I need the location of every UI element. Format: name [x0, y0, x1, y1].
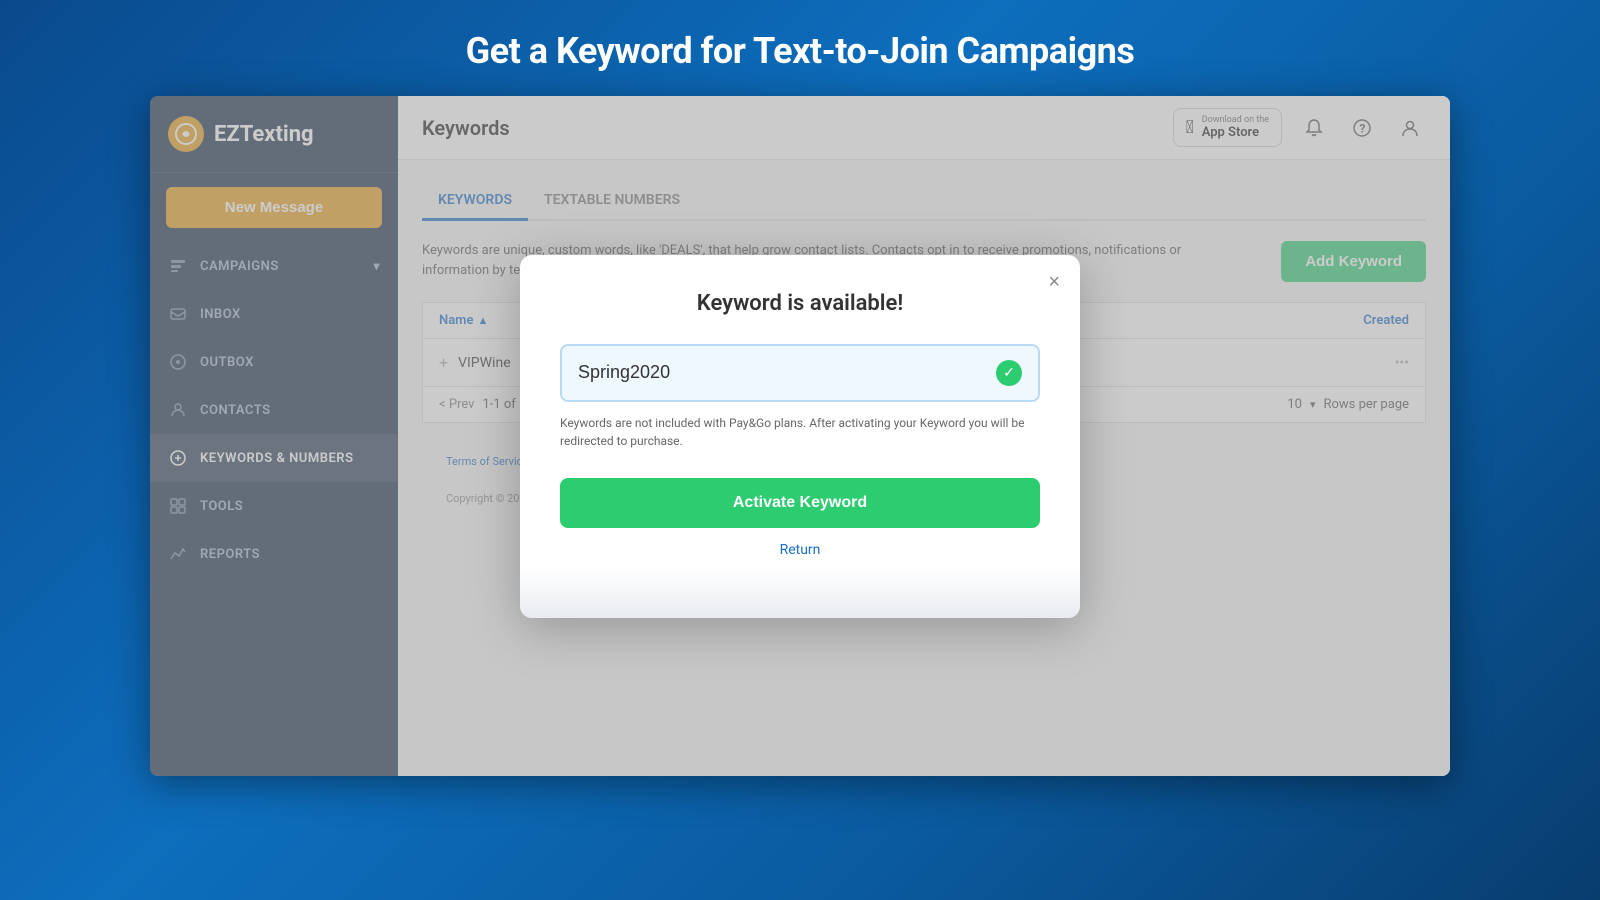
- check-icon: ✓: [996, 360, 1022, 386]
- return-link[interactable]: Return: [560, 542, 1040, 558]
- modal-title: Keyword is available!: [560, 291, 1040, 316]
- modal-bottom-fade: [520, 568, 1080, 618]
- page-heading: Get a Keyword for Text-to-Join Campaigns: [466, 0, 1135, 96]
- modal-dialog: × Keyword is available! ✓ Keywords are n…: [520, 255, 1080, 618]
- activate-keyword-button[interactable]: Activate Keyword: [560, 478, 1040, 528]
- modal-note: Keywords are not included with Pay&Go pl…: [560, 414, 1040, 450]
- modal-close-button[interactable]: ×: [1048, 271, 1060, 294]
- keyword-input-wrap: ✓: [560, 344, 1040, 402]
- keyword-input[interactable]: [578, 362, 996, 383]
- app-window: EZTexting New Message CAMPAIGNS ▾: [150, 96, 1450, 776]
- modal-overlay: × Keyword is available! ✓ Keywords are n…: [150, 96, 1450, 776]
